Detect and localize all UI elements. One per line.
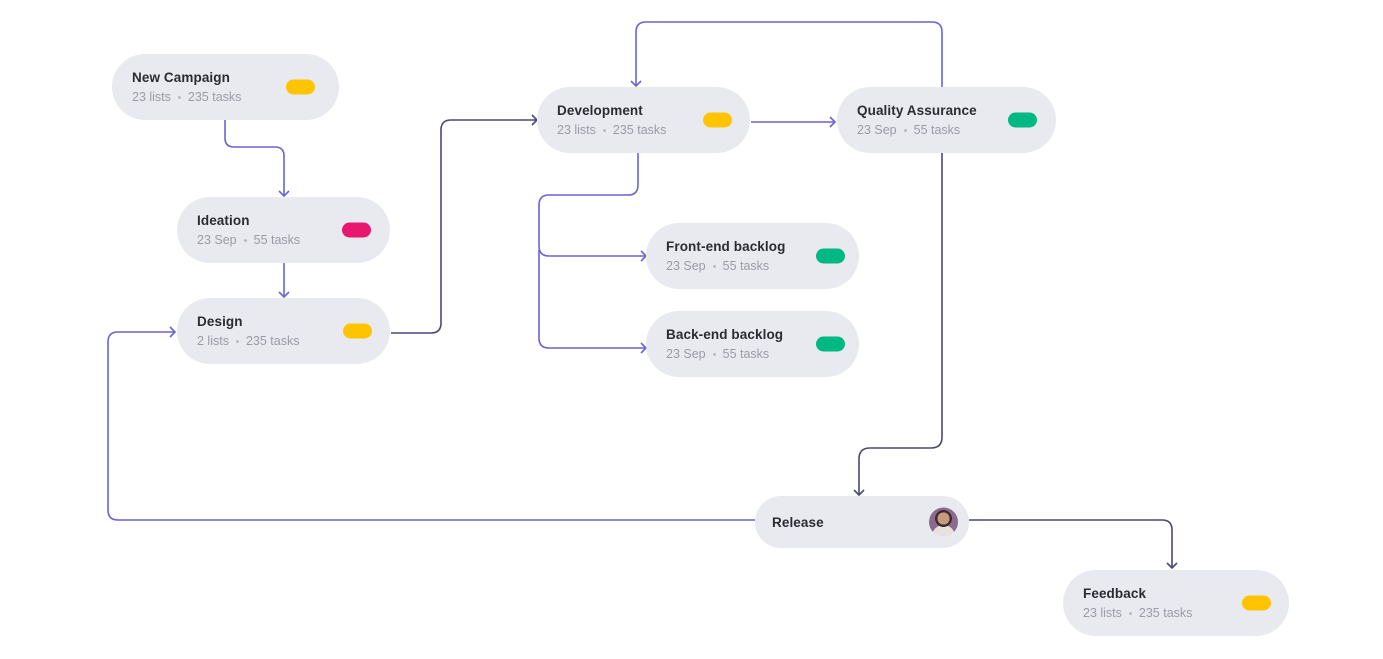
meta-tasks: 55 tasks xyxy=(913,123,961,137)
separator-dot xyxy=(602,129,606,132)
meta-tasks: 55 tasks xyxy=(253,233,301,247)
status-pill xyxy=(703,112,732,128)
connector-line xyxy=(391,119,537,334)
status-pill xyxy=(816,248,845,264)
meta-tasks: 235 tasks xyxy=(1138,606,1193,620)
meta-tasks: 235 tasks xyxy=(245,334,300,348)
node-front-end-backlog[interactable]: Front-end backlog 23 Sep 55 tasks xyxy=(646,223,859,289)
node-quality-assurance[interactable]: Quality Assurance 23 Sep 55 tasks xyxy=(837,87,1056,153)
connector-quality-assurance-to-release xyxy=(853,153,943,497)
node-design[interactable]: Design 2 lists 235 tasks xyxy=(177,298,390,364)
status-pill xyxy=(286,79,315,95)
connector-development-to-front-end-backlog xyxy=(538,153,648,262)
arrow-head-icon xyxy=(630,80,642,88)
meta-lists: 23 lists xyxy=(1083,606,1122,620)
arrow-head-icon xyxy=(853,489,865,497)
status-pill xyxy=(342,222,371,238)
connector-development-to-quality-assurance xyxy=(751,116,837,128)
connector-line xyxy=(969,519,1173,568)
arrow-head-icon xyxy=(169,326,177,338)
node-release[interactable]: Release xyxy=(755,496,969,548)
meta-lists: 23 lists xyxy=(557,123,596,137)
separator-dot xyxy=(1128,612,1132,615)
meta-date: 23 Sep xyxy=(666,259,706,273)
status-pill xyxy=(1242,595,1271,611)
arrow-head-icon xyxy=(278,190,290,198)
separator-dot xyxy=(903,129,907,132)
meta-tasks: 235 tasks xyxy=(612,123,667,137)
separator-dot xyxy=(712,265,716,268)
meta-date: 23 Sep xyxy=(666,347,706,361)
connector-design-to-development xyxy=(391,114,539,334)
user-avatar[interactable] xyxy=(929,507,958,537)
connector-line xyxy=(224,120,285,196)
meta-date: 23 Sep xyxy=(197,233,237,247)
workflow-canvas: New Campaign 23 lists 235 tasks Ideation … xyxy=(0,0,1383,659)
node-back-end-backlog[interactable]: Back-end backlog 23 Sep 55 tasks xyxy=(646,311,859,377)
connector-line xyxy=(538,250,646,349)
arrow-head-icon xyxy=(829,116,837,128)
connector-ideation-to-design xyxy=(278,263,290,299)
meta-tasks: 235 tasks xyxy=(187,90,242,104)
separator-dot xyxy=(177,96,181,99)
connector-development-to-back-end-backlog xyxy=(538,250,648,354)
connector-release-to-feedback xyxy=(969,519,1178,570)
separator-dot xyxy=(243,239,247,242)
node-feedback[interactable]: Feedback 23 lists 235 tasks xyxy=(1063,570,1289,636)
connector-quality-assurance-to-development xyxy=(630,21,943,88)
meta-lists: 2 lists xyxy=(197,334,229,348)
separator-dot xyxy=(235,340,239,343)
connector-line xyxy=(538,153,646,257)
meta-tasks: 55 tasks xyxy=(722,347,770,361)
node-ideation[interactable]: Ideation 23 Sep 55 tasks xyxy=(177,197,390,263)
meta-date: 23 Sep xyxy=(857,123,897,137)
node-development[interactable]: Development 23 lists 235 tasks xyxy=(537,87,750,153)
meta-tasks: 55 tasks xyxy=(722,259,770,273)
status-pill xyxy=(1008,112,1037,128)
node-new-campaign[interactable]: New Campaign 23 lists 235 tasks xyxy=(112,54,339,120)
meta-lists: 23 lists xyxy=(132,90,171,104)
arrow-head-icon xyxy=(1166,562,1178,570)
status-pill xyxy=(343,323,372,339)
connector-new-campaign-to-ideation xyxy=(224,120,290,198)
connector-line xyxy=(635,21,943,87)
status-pill xyxy=(816,336,845,352)
separator-dot xyxy=(712,353,716,356)
connector-line xyxy=(858,153,943,495)
arrow-head-icon xyxy=(278,291,290,299)
